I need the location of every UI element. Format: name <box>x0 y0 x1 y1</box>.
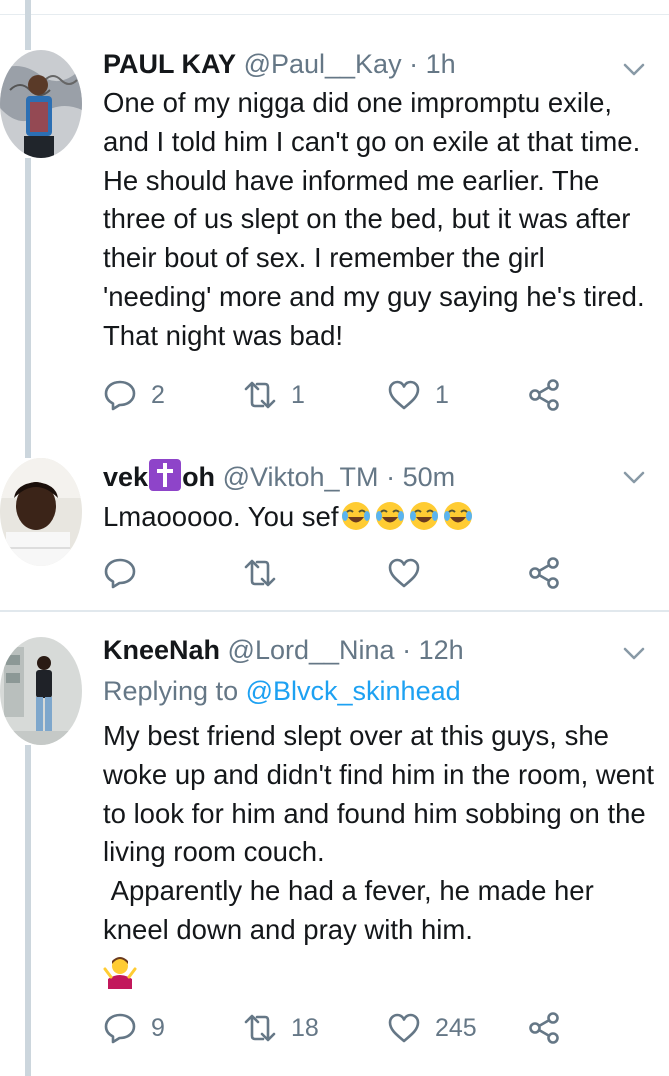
share-icon <box>529 1012 559 1044</box>
chevron-down-icon[interactable] <box>621 640 647 666</box>
reply-button[interactable]: 9 <box>103 1006 165 1050</box>
replying-to-label: Replying to <box>103 676 239 706</box>
reply-count: 9 <box>151 1013 165 1042</box>
timestamp[interactable]: 12h <box>419 635 464 665</box>
reply-icon <box>104 1013 136 1044</box>
retweet-icon <box>244 1014 276 1042</box>
person-shrugging-emoji <box>103 957 137 989</box>
share-button[interactable] <box>527 1006 561 1050</box>
tweet-text: My best friend slept over at this guys, … <box>103 720 654 945</box>
avatar[interactable] <box>0 637 82 745</box>
user-handle[interactable]: @Lord__Nina <box>228 635 395 665</box>
replying-to-handle[interactable]: @Blvck_skinhead <box>246 676 461 706</box>
like-count: 245 <box>435 1013 477 1042</box>
retweet-count: 18 <box>291 1013 319 1042</box>
tweet-actions: 9 18 245 <box>103 1006 573 1050</box>
replying-to: Replying to @Blvck_skinhead <box>103 675 461 707</box>
display-name[interactable]: KneeNah <box>103 635 220 665</box>
time-separator: · <box>402 635 412 665</box>
retweet-button[interactable]: 18 <box>243 1006 319 1050</box>
heart-icon <box>388 1013 420 1043</box>
tweet[interactable]: KneeNah @Lord__Nina · 12h Replying to @B… <box>0 0 669 1076</box>
like-button[interactable]: 245 <box>387 1006 477 1050</box>
tweet-header: KneeNah @Lord__Nina · 12h <box>103 634 464 666</box>
